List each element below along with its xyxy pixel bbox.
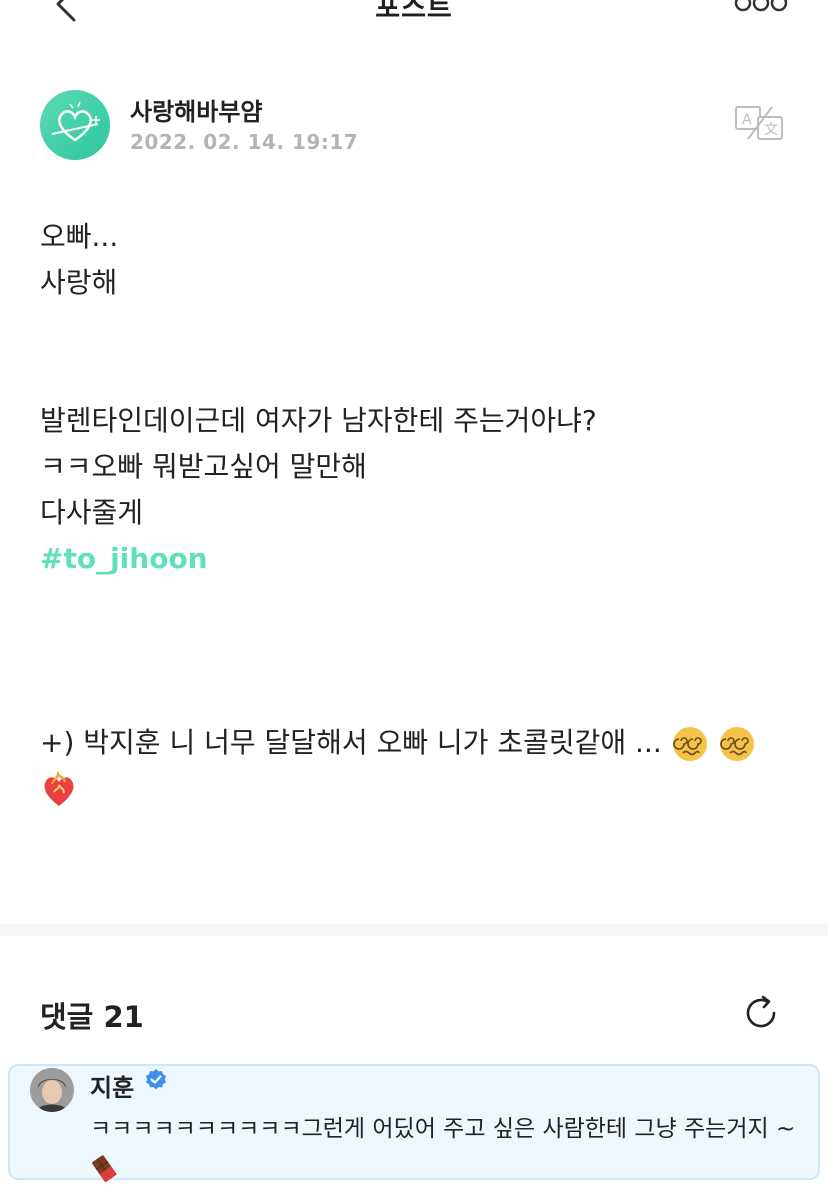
translate-icon: A 文 <box>735 106 783 140</box>
more-options-button[interactable] <box>734 0 788 14</box>
avatar[interactable] <box>30 1068 74 1112</box>
post-line <box>40 306 800 352</box>
heart-on-fire-icon <box>44 770 74 806</box>
comment-text: ㅋㅋㅋㅋㅋㅋㅋㅋㅋㅋ그런게 어딨어 주고 싶은 사람한테 그냥 주는거지 ~ <box>90 1110 802 1186</box>
verified-badge-icon <box>146 1069 166 1090</box>
more-options-icon <box>734 0 788 12</box>
post-line: 다사줄게 <box>40 496 144 529</box>
dizzy-face-icon <box>672 727 707 761</box>
page-title: 포스트 <box>375 0 453 24</box>
post-body: 오빠... 사랑해 발렌타인데이근데 여자가 남자한테 주는거아냐? ㅋㅋ오빠 … <box>40 214 800 812</box>
post-line: 발렌타인데이근데 여자가 남자한테 주는거아냐? <box>40 404 597 437</box>
comment-item[interactable]: 지훈 ㅋㅋㅋㅋㅋㅋㅋㅋㅋㅋ그런게 어딨어 주고 싶은 사람한테 그냥 주는거지 … <box>8 1064 820 1182</box>
avatar[interactable] <box>40 90 110 160</box>
post-ps-line: +) 박지훈 니 너무 달달해서 오빠 니가 초콜릿같애 ... <box>40 720 800 766</box>
top-bar: 포스트 <box>0 0 828 40</box>
post-ps-text: +) 박지훈 니 너무 달달해서 오빠 니가 초콜릿같애 ... <box>40 726 662 759</box>
section-divider <box>0 924 828 936</box>
svg-text:A: A <box>742 112 752 128</box>
heart-doodle-icon <box>51 101 100 142</box>
post-line: 사랑해 <box>40 266 118 299</box>
post-ps-line-2 <box>40 766 800 812</box>
post-author: 사랑해바부얌 2022. 02. 14. 19:17 A 文 <box>40 90 800 160</box>
refresh-icon <box>746 995 776 1028</box>
chocolate-bar-icon <box>92 1154 117 1182</box>
post-line: 오빠... <box>40 220 119 253</box>
comment-body: ㅋㅋㅋㅋㅋㅋㅋㅋㅋㅋ그런게 어딨어 주고 싶은 사람한테 그냥 주는거지 ~ <box>90 1116 796 1142</box>
svg-text:文: 文 <box>764 122 778 138</box>
author-name[interactable]: 사랑해바부얌 <box>130 92 262 127</box>
user-photo-icon <box>30 1068 74 1112</box>
comments-count: 댓글 21 <box>40 1000 144 1034</box>
post-line: ㅋㅋ오빠 뭐받고싶어 말만해 <box>40 450 367 483</box>
hashtag-link[interactable]: #to_jihoon <box>40 542 208 575</box>
comment-author-name[interactable]: 지훈 <box>90 1068 134 1103</box>
post-timestamp: 2022. 02. 14. 19:17 <box>130 130 359 154</box>
refresh-button[interactable] <box>740 992 782 1034</box>
post-line <box>40 352 800 398</box>
translate-button[interactable]: A 文 <box>734 105 786 141</box>
dizzy-face-icon <box>719 727 754 761</box>
comments-header: 댓글 21 <box>40 992 788 1036</box>
